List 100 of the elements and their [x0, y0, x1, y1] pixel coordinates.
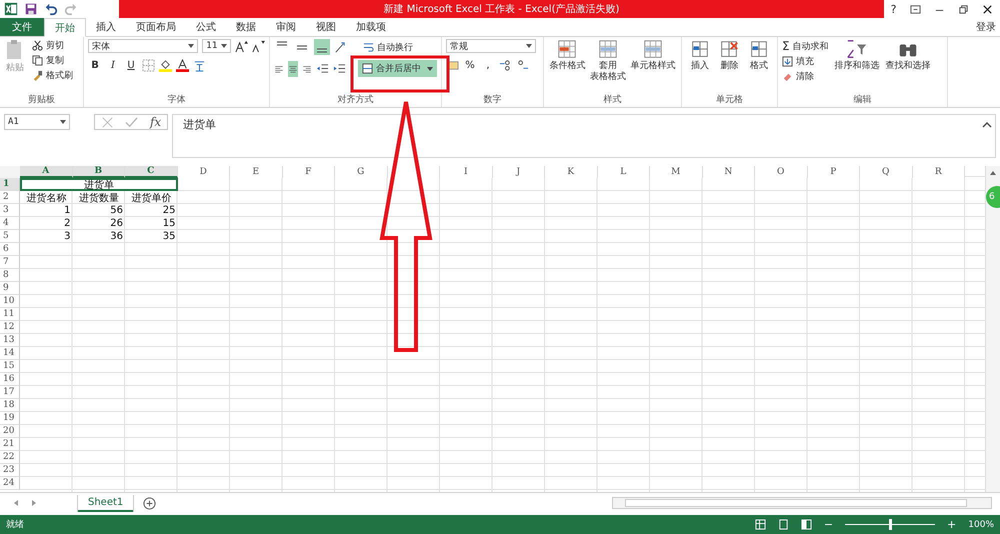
zoom-slider[interactable] — [889, 519, 892, 530]
row-header[interactable]: 14 — [0, 347, 20, 360]
add-sheet-icon[interactable] — [143, 496, 156, 510]
zoom-out-button[interactable]: − — [824, 518, 834, 531]
phonetic-icon[interactable] — [193, 58, 206, 72]
row-header[interactable]: 19 — [0, 412, 20, 425]
scroll-up-icon[interactable] — [989, 169, 997, 177]
fill-color-icon[interactable] — [159, 58, 172, 72]
row-header[interactable]: 16 — [0, 373, 20, 386]
ribbon-tab[interactable]: 插入 — [86, 18, 126, 36]
scroll-left-icon[interactable] — [12, 499, 20, 507]
undo-icon[interactable] — [44, 2, 58, 16]
vertical-scrollbar[interactable] — [985, 166, 1000, 492]
row-header[interactable]: 1 — [0, 178, 20, 191]
row-header[interactable]: 3 — [0, 204, 20, 217]
row-header[interactable]: 11 — [0, 308, 20, 321]
column-header[interactable]: N — [702, 166, 755, 178]
column-header[interactable]: O — [755, 166, 808, 178]
column-header[interactable]: L — [598, 166, 650, 178]
column-header[interactable]: D — [178, 166, 230, 178]
shrink-font-icon[interactable] — [252, 40, 265, 52]
clear-button[interactable]: 清除 — [782, 70, 829, 83]
sheet-tab[interactable]: Sheet1 — [78, 494, 134, 512]
decrease-indent-icon[interactable] — [316, 62, 329, 75]
page-break-icon[interactable] — [800, 519, 812, 530]
column-header[interactable]: B — [72, 166, 125, 178]
save-icon[interactable] — [24, 2, 38, 16]
grow-font-icon[interactable] — [235, 40, 248, 52]
font-name-field[interactable]: 宋体 — [88, 39, 198, 53]
page-layout-icon[interactable] — [778, 519, 789, 530]
align-bottom-icon[interactable] — [314, 39, 330, 55]
column-header[interactable]: A — [20, 166, 72, 178]
autosum-button[interactable]: Σ 自动求和 — [782, 39, 829, 53]
row-header[interactable]: 17 — [0, 386, 20, 399]
normal-view-icon[interactable] — [754, 519, 766, 530]
increase-decimal-icon[interactable] — [499, 58, 512, 72]
column-header[interactable]: E — [230, 166, 282, 178]
ribbon-tab[interactable]: 页面布局 — [126, 18, 186, 36]
row-header[interactable]: 24 — [0, 477, 20, 490]
decrease-decimal-icon[interactable] — [516, 58, 529, 72]
insert-function-button[interactable]: fx — [150, 115, 162, 129]
wrap-text-button[interactable]: 自动换行 — [363, 40, 413, 54]
row-header[interactable]: 12 — [0, 321, 20, 334]
close-icon[interactable] — [982, 4, 994, 14]
fill-button[interactable]: 填充 — [782, 55, 829, 68]
ribbon-display-icon[interactable] — [910, 4, 921, 14]
column-header[interactable]: K — [545, 166, 598, 178]
column-header[interactable]: R — [912, 166, 965, 178]
row-header[interactable]: 6 — [0, 243, 20, 256]
cell-button[interactable]: 格式 — [748, 39, 770, 95]
horizontal-scrollbar[interactable] — [612, 497, 992, 509]
formula-field[interactable]: 进货单 — [172, 114, 996, 158]
column-header[interactable]: I — [440, 166, 492, 178]
row-header[interactable]: 7 — [0, 256, 20, 269]
ribbon-tab[interactable]: 加载项 — [346, 18, 396, 36]
format-painter-button[interactable]: 格式刷 — [32, 69, 73, 82]
comma-button[interactable]: , — [481, 58, 495, 72]
column-header[interactable]: C — [125, 166, 178, 178]
row-header[interactable]: 2 — [0, 191, 20, 204]
scroll-right-icon[interactable] — [30, 499, 38, 507]
column-header[interactable]: M — [650, 166, 702, 178]
underline-button[interactable]: U — [124, 58, 138, 72]
align-center-icon[interactable] — [288, 60, 298, 76]
find-select-button[interactable]: 查找和选择 — [886, 39, 931, 95]
row-header[interactable]: 22 — [0, 451, 20, 464]
ribbon-tab[interactable]: 公式 — [186, 18, 226, 36]
ribbon-tab[interactable]: 视图 — [306, 18, 346, 36]
percent-button[interactable]: % — [463, 58, 477, 72]
column-header[interactable]: P — [808, 166, 860, 178]
row-header[interactable]: 21 — [0, 438, 20, 451]
ribbon-tab[interactable]: 数据 — [226, 18, 266, 36]
sort-filter-button[interactable]: 排序和筛选 — [834, 39, 880, 95]
cell-button[interactable]: 插入 — [688, 39, 711, 95]
row-header[interactable]: 15 — [0, 360, 20, 373]
bold-button[interactable]: B — [88, 58, 102, 72]
row-header[interactable]: 13 — [0, 334, 20, 347]
column-header[interactable]: G — [335, 166, 388, 178]
orientation-icon[interactable] — [334, 40, 347, 54]
row-header[interactable]: 20 — [0, 425, 20, 438]
restore-icon[interactable] — [958, 4, 970, 14]
row-header[interactable]: 8 — [0, 269, 20, 282]
ribbon-tab[interactable]: 文件 — [0, 18, 44, 36]
font-size-field[interactable]: 11 — [202, 39, 231, 53]
row-header[interactable]: 18 — [0, 399, 20, 412]
row-header[interactable]: 4 — [0, 217, 20, 230]
number-format-field[interactable]: 常规 — [446, 39, 536, 53]
ribbon-tab[interactable]: 审阅 — [266, 18, 306, 36]
style-button[interactable]: 条件格式 — [549, 39, 586, 95]
copy-button[interactable]: 复制 — [32, 54, 73, 67]
style-button[interactable]: 套用 表格格式 — [590, 39, 626, 95]
row-header[interactable]: 9 — [0, 282, 20, 295]
row-header[interactable]: 5 — [0, 230, 20, 243]
column-header[interactable]: F — [282, 166, 335, 178]
cell-button[interactable]: 删除 — [718, 39, 740, 95]
zoom-in-button[interactable]: + — [947, 518, 956, 531]
increase-indent-icon[interactable] — [333, 62, 346, 75]
ribbon-tab[interactable]: 开始 — [44, 18, 86, 37]
row-header[interactable]: 23 — [0, 464, 20, 477]
column-header[interactable]: Q — [860, 166, 912, 178]
font-color-icon[interactable] — [176, 58, 189, 72]
